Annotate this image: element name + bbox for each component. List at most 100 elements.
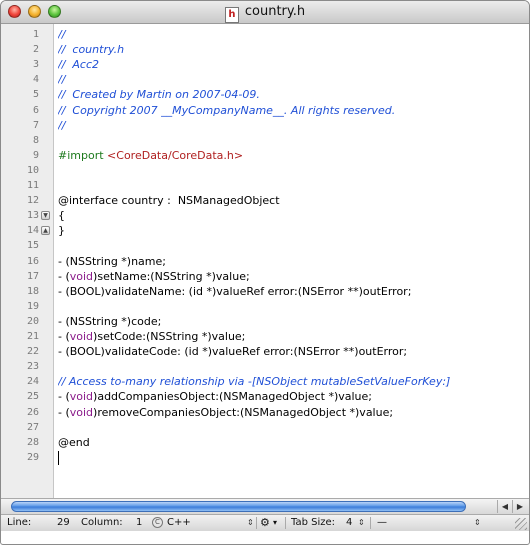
code-token: - ( — [58, 270, 70, 283]
code-line[interactable] — [58, 133, 526, 148]
line-number: 26 — [26, 407, 39, 418]
code-token: // country.h — [58, 43, 125, 56]
code-token: } — [58, 224, 65, 237]
status-divider — [370, 517, 371, 529]
code-line[interactable]: - (BOOL)validateName: (id *)valueRef err… — [58, 284, 526, 299]
resize-grip-icon[interactable] — [515, 518, 527, 530]
line-number: 8 — [32, 135, 39, 146]
code-line[interactable]: - (NSString *)code; — [58, 314, 526, 329]
line-number: 13 — [26, 210, 39, 221]
code-token: void — [69, 270, 94, 283]
status-extra-popup[interactable]: — — [377, 515, 387, 531]
status-bar: Line: 29 Column: 1 C C++ ⇕ ⚙ ▾ Tab Size:… — [1, 514, 529, 531]
code-line[interactable]: @end — [58, 435, 526, 450]
code-token: - ( — [58, 390, 70, 403]
code-line[interactable]: // Created by Martin on 2007-04-09. — [58, 87, 526, 102]
scroll-right-arrow[interactable]: ▶ — [512, 500, 527, 513]
tab-size-arrows-icon[interactable]: ⇕ — [358, 515, 365, 531]
tab-size-label: Tab Size: — [291, 517, 336, 528]
code-line[interactable]: // — [58, 72, 526, 87]
code-line[interactable]: // Acc2 — [58, 57, 526, 72]
line-number: 3 — [32, 59, 39, 70]
language-popup[interactable]: C++ — [167, 515, 191, 531]
line-number: 14 — [26, 225, 39, 236]
code-line[interactable]: // Access to-many relationship via -[NSO… — [58, 374, 526, 389]
line-number: 4 — [32, 74, 39, 85]
code-line[interactable]: // — [58, 27, 526, 42]
code-token: // — [58, 28, 66, 41]
line-number: 15 — [26, 240, 39, 251]
code-line[interactable]: - (void)addCompaniesObject:(NSManagedObj… — [58, 389, 526, 404]
code-line[interactable] — [58, 450, 526, 465]
code-line[interactable]: - (NSString *)name; — [58, 254, 526, 269]
extra-popup-arrows-icon[interactable]: ⇕ — [474, 515, 481, 531]
window-title: country.h — [244, 4, 306, 19]
code-token: - (BOOL)validateCode: (id *)valueRef err… — [58, 345, 408, 358]
code-token: - ( — [58, 406, 70, 419]
code-line[interactable]: // Copyright 2007 __MyCompanyName__. All… — [58, 103, 526, 118]
line-number: 23 — [26, 361, 39, 372]
tab-size-value[interactable]: 4 — [346, 515, 352, 531]
gear-icon[interactable]: ⚙ — [260, 515, 270, 531]
code-line[interactable] — [58, 420, 526, 435]
code-token: - (NSString *)code; — [58, 315, 162, 328]
code-token: // Access to-many relationship via -[NSO… — [58, 375, 451, 388]
code-token: void — [69, 390, 94, 403]
code-token: { — [58, 209, 65, 222]
line-number: 29 — [26, 452, 39, 463]
syntax-coloring-icon[interactable]: C — [152, 517, 163, 528]
title-bar[interactable]: h country.h — [1, 1, 529, 24]
code-line[interactable]: #import <CoreData/CoreData.h> — [58, 148, 526, 163]
code-line[interactable]: // country.h — [58, 42, 526, 57]
code-editor[interactable]: 1 2 3 4 5 6 7 8 9 10 11 12 13 ▼ 14 ▲ 15 16 17 18 19 20 21 22 23 2… — [1, 24, 529, 498]
code-token: // Acc2 — [58, 58, 100, 71]
code-token: #import — [58, 149, 108, 162]
code-token: )setCode:(NSString *)value; — [93, 330, 246, 343]
line-number: 28 — [26, 437, 39, 448]
code-line[interactable]: - (void)setCode:(NSString *)value; — [58, 329, 526, 344]
line-number: 10 — [26, 165, 39, 176]
scroll-left-arrow[interactable]: ◀ — [497, 500, 512, 513]
horizontal-scrollbar[interactable]: ◀ ▶ — [1, 498, 529, 514]
code-line[interactable] — [58, 178, 526, 193]
line-number: 19 — [26, 301, 39, 312]
code-line[interactable]: } — [58, 223, 526, 238]
line-number: 11 — [26, 180, 39, 191]
line-number: 9 — [32, 150, 39, 161]
line-number: 17 — [26, 271, 39, 282]
line-number-gutter: 1 2 3 4 5 6 7 8 9 10 11 12 13 ▼ 14 ▲ 15 16 17 18 19 20 21 22 23 2… — [1, 24, 54, 498]
line-number: 12 — [26, 195, 39, 206]
language-popup-arrows-icon[interactable]: ⇕ — [247, 515, 254, 531]
code-line[interactable]: { — [58, 208, 526, 223]
fold-close-icon[interactable]: ▲ — [41, 226, 50, 235]
code-line[interactable] — [58, 359, 526, 374]
gear-menu-arrow-icon[interactable]: ▾ — [273, 515, 277, 531]
code-token: // Created by Martin on 2007-04-09. — [58, 88, 260, 101]
line-number-value[interactable]: 29 — [57, 515, 70, 531]
code-token: - (BOOL)validateName: (id *)valueRef err… — [58, 285, 412, 298]
code-line[interactable] — [58, 299, 526, 314]
line-number: 16 — [26, 256, 39, 267]
column-number-value[interactable]: 1 — [136, 515, 142, 531]
code-token: - (NSString *)name; — [58, 255, 166, 268]
line-number: 22 — [26, 346, 39, 357]
code-line[interactable]: // — [58, 118, 526, 133]
code-line[interactable]: - (void)removeCompaniesObject:(NSManaged… — [58, 405, 526, 420]
line-number: 25 — [26, 391, 39, 402]
line-number: 20 — [26, 316, 39, 327]
line-number: 2 — [32, 44, 39, 55]
line-number: 1 — [32, 29, 39, 40]
horizontal-scroll-thumb[interactable] — [11, 501, 466, 512]
code-token: - ( — [58, 330, 70, 343]
code-token: // — [58, 119, 66, 132]
code-line[interactable] — [58, 238, 526, 253]
code-line[interactable] — [58, 163, 526, 178]
code-token: // — [58, 73, 66, 86]
fold-open-icon[interactable]: ▼ — [41, 211, 50, 220]
code-token: <CoreData/CoreData.h> — [107, 149, 244, 162]
code-line[interactable]: - (void)setName:(NSString *)value; — [58, 269, 526, 284]
line-number: 6 — [32, 105, 39, 116]
code-line[interactable]: @interface country : NSManagedObject — [58, 193, 526, 208]
code-token: )setName:(NSString *)value; — [93, 270, 250, 283]
code-line[interactable]: - (BOOL)validateCode: (id *)valueRef err… — [58, 344, 526, 359]
